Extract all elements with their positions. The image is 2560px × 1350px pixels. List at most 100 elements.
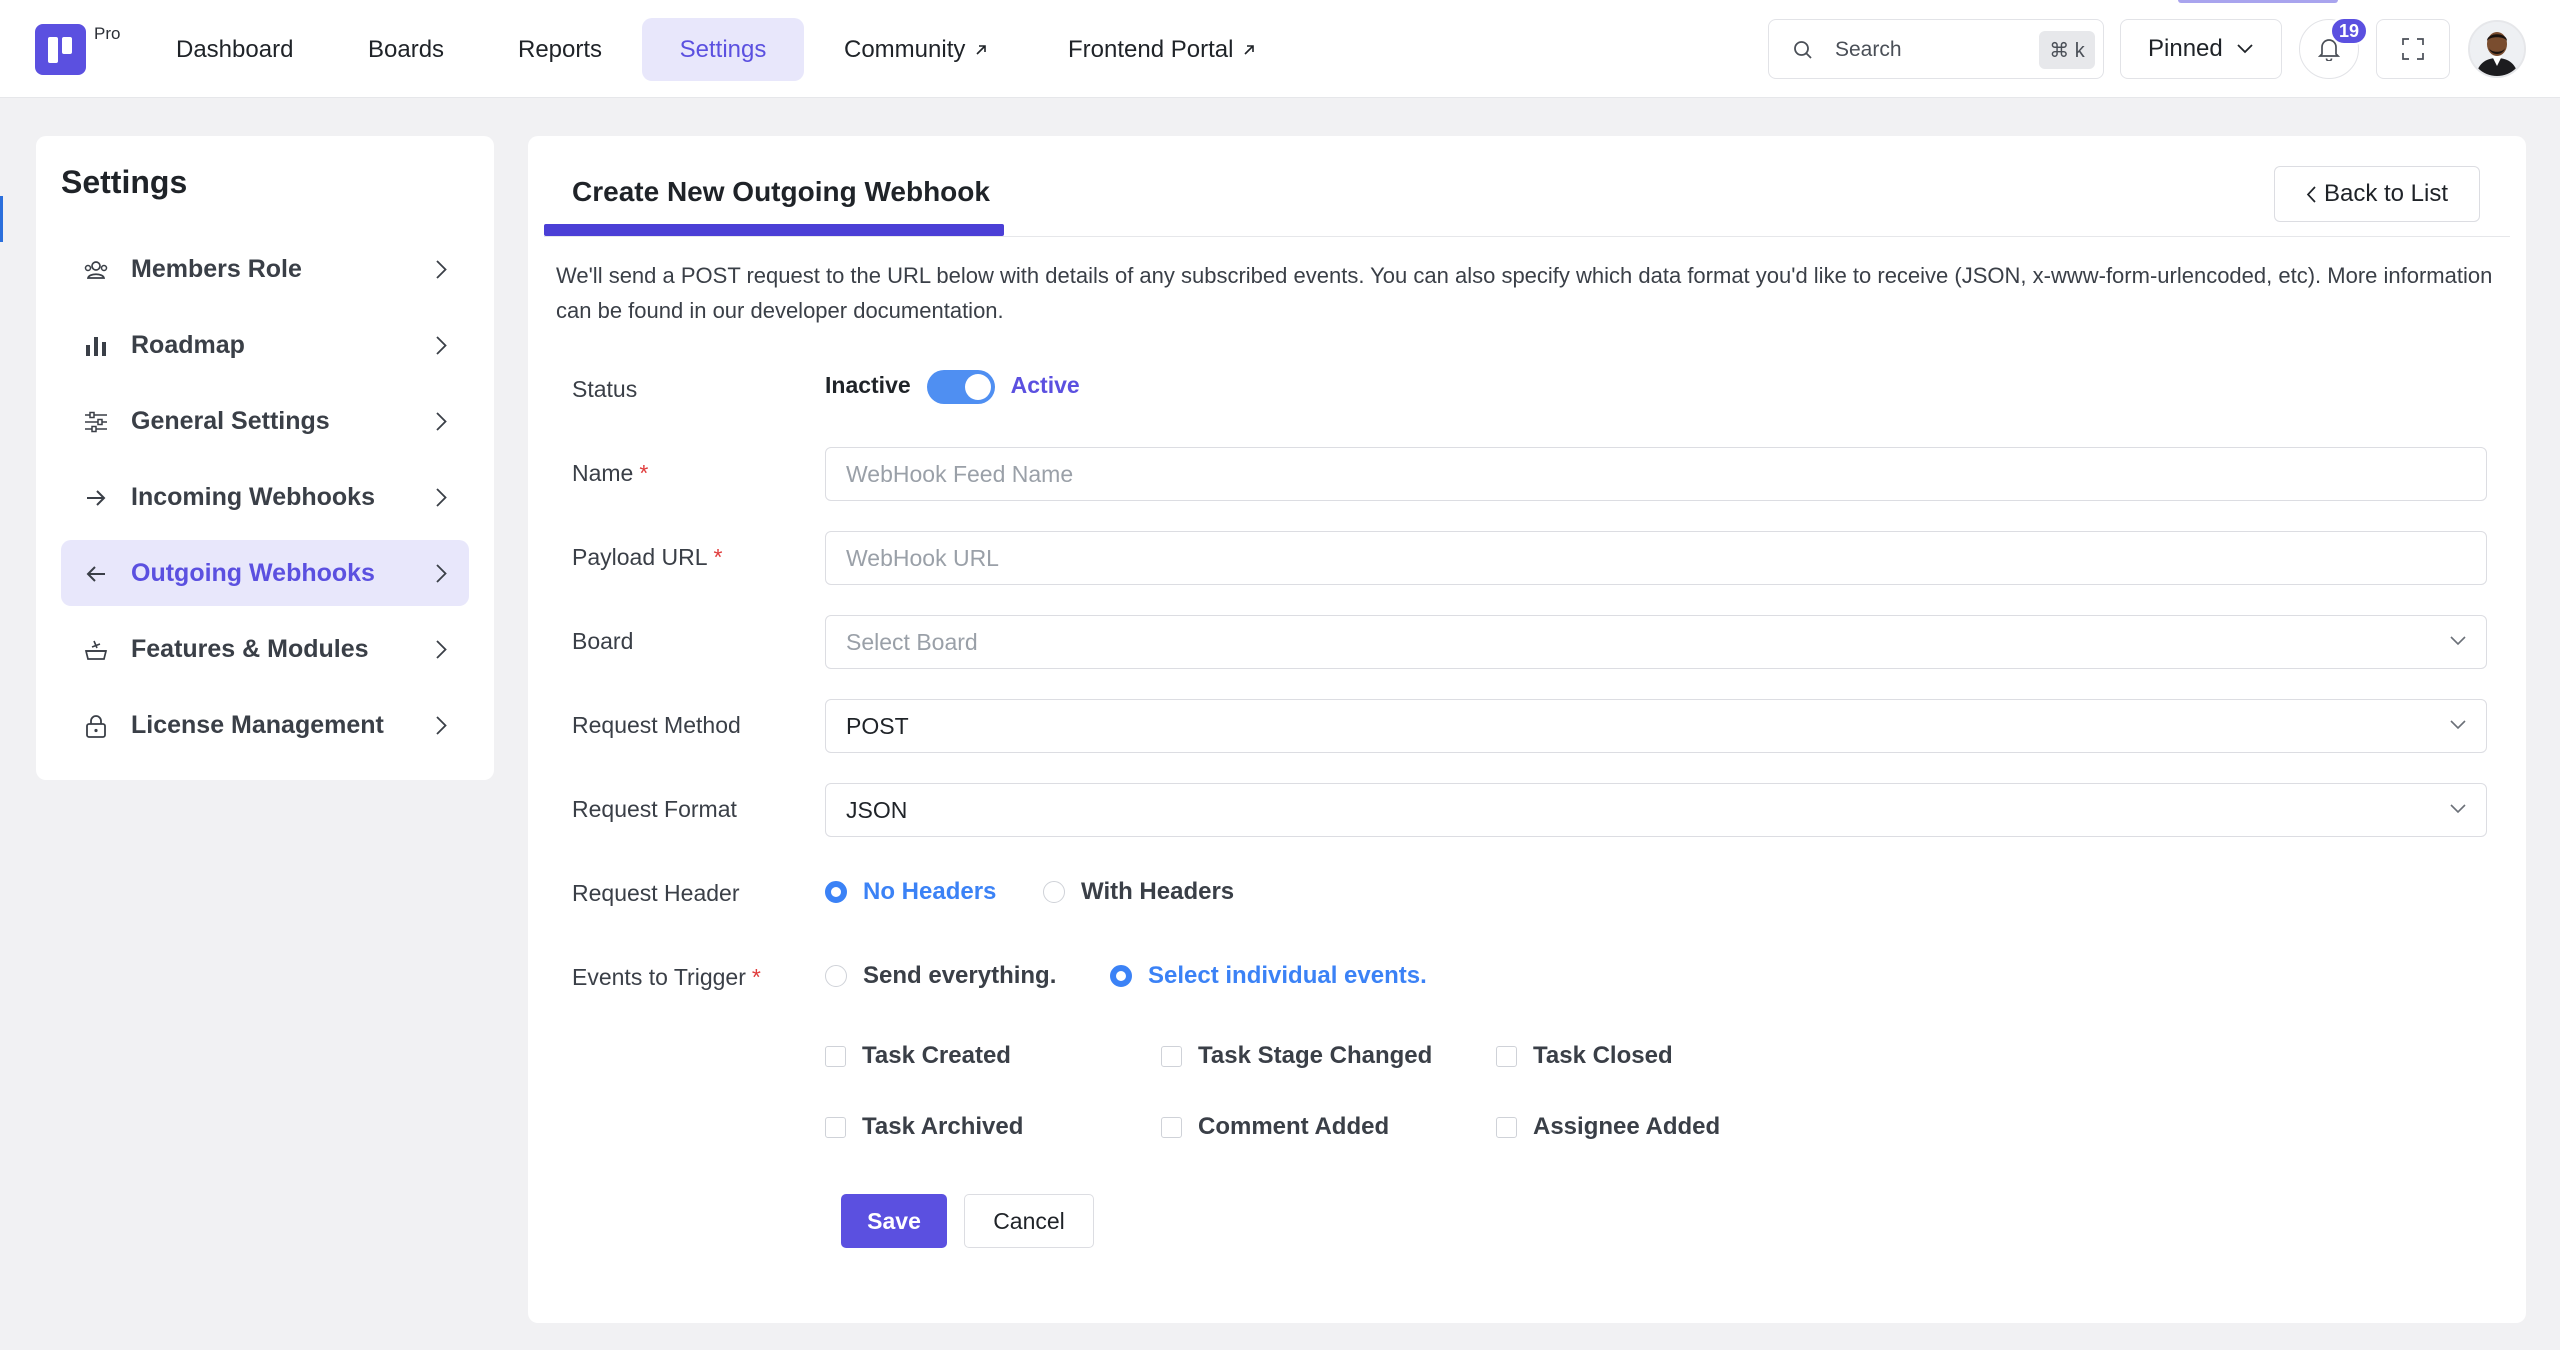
radio-with-headers[interactable]: With Headers <box>1043 878 1234 906</box>
name-input[interactable] <box>825 447 2487 501</box>
cancel-button[interactable]: Cancel <box>964 1194 1094 1248</box>
search-box[interactable]: Search ⌘ k <box>1768 19 2104 79</box>
request-header-label: Request Header <box>572 880 740 906</box>
chevron-down-icon <box>2237 44 2253 54</box>
users-icon <box>84 261 108 279</box>
checkbox-task-archived[interactable]: Task Archived <box>825 1113 1023 1141</box>
sidebar-item-label: License Management <box>131 710 384 739</box>
radio-select-individual[interactable]: Select individual events. <box>1110 962 1427 990</box>
toggle-inactive-label: Inactive <box>825 371 911 398</box>
sidebar-item-outgoing-webhooks[interactable]: Outgoing Webhooks <box>61 540 469 606</box>
checkbox[interactable] <box>1161 1045 1182 1067</box>
nav-label: Settings <box>679 36 767 63</box>
external-link-icon <box>1244 44 1255 55</box>
sidebar-item-roadmap[interactable]: Roadmap <box>61 312 469 378</box>
radio-button[interactable] <box>825 965 847 987</box>
checkbox-label: Task Archived <box>862 1113 1024 1140</box>
chevron-right-icon <box>436 336 447 355</box>
radio-no-headers[interactable]: No Headers <box>825 878 996 906</box>
bar-chart-icon <box>86 337 106 356</box>
radio-label: With Headers <box>1081 878 1235 905</box>
payload-url-input[interactable] <box>825 531 2487 585</box>
sidebar-item-license-management[interactable]: License Management <box>61 692 469 758</box>
request-format-label: Request Format <box>572 796 737 822</box>
save-button[interactable]: Save <box>841 1194 947 1248</box>
arrow-right-icon <box>87 490 106 506</box>
back-to-list-button[interactable]: Back to List <box>2274 166 2480 222</box>
checkbox-label: Task Created <box>862 1042 1011 1069</box>
sidebar-item-incoming-webhooks[interactable]: Incoming Webhooks <box>61 464 469 530</box>
sliders-icon <box>85 411 107 433</box>
nav-community[interactable]: Community <box>820 18 1013 81</box>
checkbox[interactable] <box>825 1116 846 1138</box>
intro-description: We'll send a POST request to the URL bel… <box>556 263 2493 323</box>
request-method-select[interactable]: POST <box>825 699 2487 753</box>
lock-icon <box>86 715 106 738</box>
fullscreen-button[interactable] <box>2376 19 2450 79</box>
checkbox-task-closed[interactable]: Task Closed <box>1496 1042 1673 1070</box>
page-title: Create New Outgoing Webhook <box>572 176 990 207</box>
checkbox-task-stage-changed[interactable]: Task Stage Changed <box>1161 1042 1432 1070</box>
active-tab-indicator <box>544 224 1004 236</box>
status-label: Status <box>572 376 638 402</box>
board-select-placeholder: Select Board <box>846 628 978 655</box>
chevron-right-icon <box>436 260 447 279</box>
checkbox-label: Task Closed <box>1533 1042 1673 1069</box>
nav-settings[interactable]: Settings <box>642 18 804 81</box>
status-toggle-group: Inactive Active <box>825 368 1080 404</box>
header-divider <box>544 236 2510 237</box>
checkbox-assignee-added[interactable]: Assignee Added <box>1496 1113 1720 1141</box>
search-icon <box>1794 41 1812 59</box>
radio-button[interactable] <box>1043 881 1065 903</box>
nav-label: Frontend Portal <box>1068 36 1234 63</box>
chevron-right-icon <box>436 716 447 735</box>
checkbox-task-created[interactable]: Task Created <box>825 1042 1011 1070</box>
nav-dashboard[interactable]: Dashboard <box>152 18 317 81</box>
nav-label: Dashboard <box>176 36 294 63</box>
checkbox-label: Task Stage Changed <box>1198 1042 1433 1069</box>
radio-button[interactable] <box>825 881 847 903</box>
pinned-dropdown[interactable]: Pinned <box>2120 19 2282 79</box>
toggle-active-label: Active <box>1010 371 1080 398</box>
checkbox-comment-added[interactable]: Comment Added <box>1161 1113 1389 1141</box>
name-label: Name * <box>572 460 648 487</box>
chevron-right-icon <box>436 564 447 583</box>
checkbox[interactable] <box>1161 1116 1182 1138</box>
radio-send-everything[interactable]: Send everything. <box>825 962 1056 990</box>
events-label-text: Events to Trigger <box>572 964 746 990</box>
sidebar-item-label: Roadmap <box>131 330 245 359</box>
nav-label: Community <box>844 36 966 63</box>
checkbox[interactable] <box>825 1045 846 1067</box>
sidebar-item-general-settings[interactable]: General Settings <box>61 388 469 454</box>
search-placeholder: Search <box>1835 38 1902 61</box>
status-toggle[interactable] <box>926 370 995 404</box>
sidebar-item-features-modules[interactable]: Features & Modules <box>61 616 469 682</box>
checkbox[interactable] <box>1496 1116 1517 1138</box>
checkbox[interactable] <box>1496 1045 1517 1067</box>
sidebar-item-label: General Settings <box>131 406 330 435</box>
nav-frontend-portal[interactable]: Frontend Portal <box>1044 18 1281 81</box>
logo-pro-badge: Pro <box>94 24 121 43</box>
chevron-down-icon <box>2450 804 2466 814</box>
sidebar-item-members-role[interactable]: Members Role <box>61 236 469 302</box>
request-method-label: Request Method <box>572 712 741 738</box>
chevron-right-icon <box>436 488 447 507</box>
fullscreen-icon <box>2402 38 2424 60</box>
request-format-select[interactable]: JSON <box>825 783 2487 837</box>
nav-boards[interactable]: Boards <box>344 18 468 81</box>
request-format-value: JSON <box>846 796 908 823</box>
chevron-left-icon <box>2306 185 2316 203</box>
required-asterisk: * <box>713 544 723 570</box>
radio-button[interactable] <box>1110 965 1132 987</box>
toggle-knob <box>964 374 991 400</box>
app-logo-icon[interactable] <box>35 24 86 75</box>
user-avatar-icon <box>2470 22 2524 76</box>
chevron-right-icon <box>436 412 447 431</box>
nav-reports[interactable]: Reports <box>494 18 626 81</box>
board-label: Board <box>572 628 634 654</box>
user-avatar[interactable] <box>2468 20 2526 78</box>
chevron-down-icon <box>2450 720 2466 730</box>
board-select[interactable]: Select Board <box>825 615 2487 669</box>
radio-label: No Headers <box>863 878 997 905</box>
radio-label: Send everything. <box>863 962 1057 989</box>
